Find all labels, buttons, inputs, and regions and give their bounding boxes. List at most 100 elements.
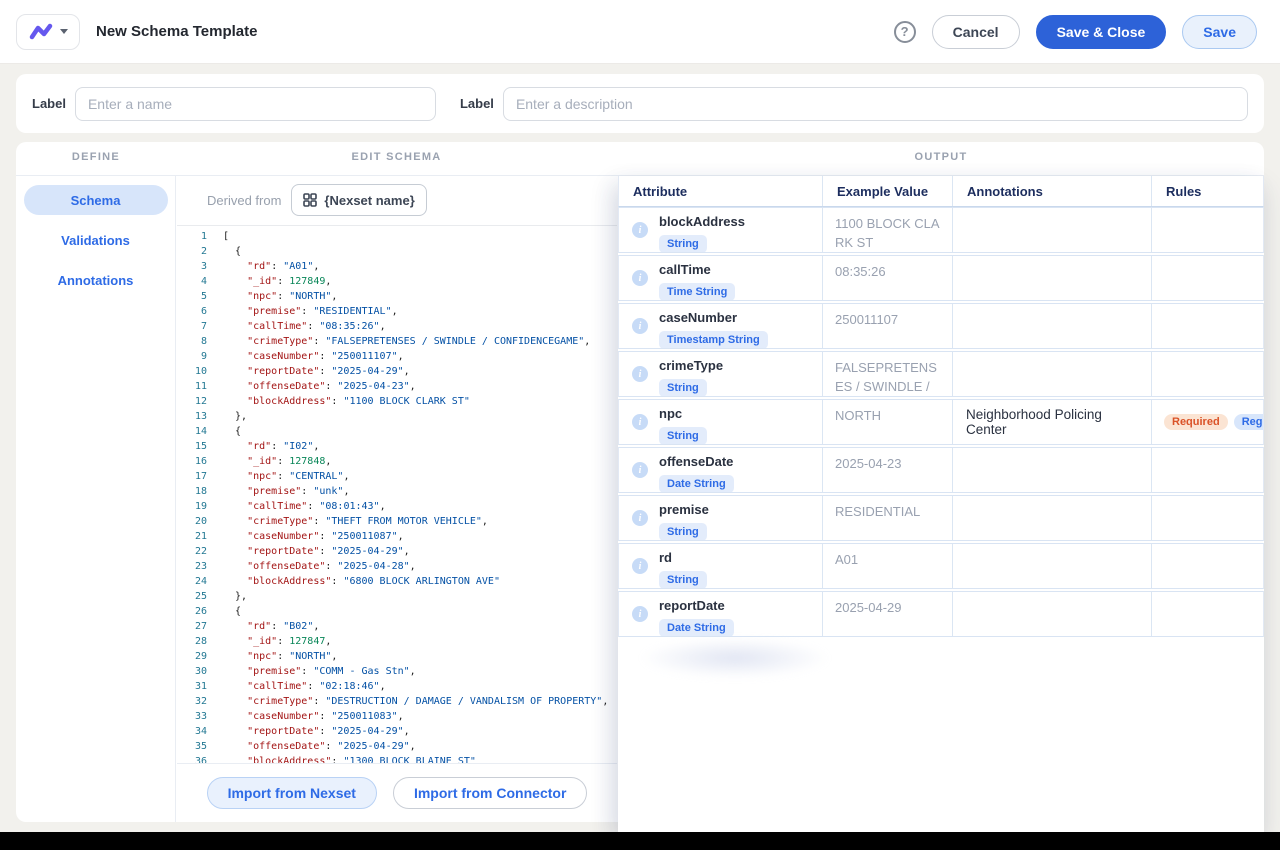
line-number: 26 (177, 604, 207, 619)
nexset-source-button[interactable]: {Nexset name} (291, 184, 426, 216)
type-badge: Time String (659, 283, 735, 300)
code-line[interactable]: 18 "premise": "unk", (177, 484, 617, 499)
line-number: 4 (177, 274, 207, 289)
example-value-cell: NORTH (823, 400, 953, 444)
code-line[interactable]: 26 { (177, 604, 617, 619)
code-line[interactable]: 15 "rd": "I02", (177, 439, 617, 454)
code-line[interactable]: 2 { (177, 244, 617, 259)
rules-cell (1152, 496, 1263, 540)
line-number: 11 (177, 379, 207, 394)
code-line[interactable]: 5 "npc": "NORTH", (177, 289, 617, 304)
info-icon[interactable]: i (632, 462, 648, 478)
code-text: "callTime": "08:01:43", (223, 499, 386, 514)
code-text: "reportDate": "2025-04-29", (223, 544, 410, 559)
json-code-editor[interactable]: 1[2 {3 "rd": "A01",4 "_id": 127849,5 "np… (177, 225, 617, 763)
info-icon[interactable]: i (632, 318, 648, 334)
code-text: "crimeType": "THEFT FROM MOTOR VEHICLE", (223, 514, 488, 529)
code-line[interactable]: 10 "reportDate": "2025-04-29", (177, 364, 617, 379)
line-number: 2 (177, 244, 207, 259)
code-line[interactable]: 28 "_id": 127847, (177, 634, 617, 649)
code-text: "offenseDate": "2025-04-28", (223, 559, 416, 574)
code-line[interactable]: 25 }, (177, 589, 617, 604)
code-text: "premise": "RESIDENTIAL", (223, 304, 398, 319)
code-line[interactable]: 21 "caseNumber": "250011087", (177, 529, 617, 544)
code-text: { (223, 604, 241, 619)
rules-cell (1152, 592, 1263, 636)
line-number: 24 (177, 574, 207, 589)
code-line[interactable]: 6 "premise": "RESIDENTIAL", (177, 304, 617, 319)
code-line[interactable]: 33 "caseNumber": "250011083", (177, 709, 617, 724)
code-text: "callTime": "08:35:26", (223, 319, 386, 334)
type-badge: Timestamp String (659, 331, 768, 348)
line-number: 34 (177, 724, 207, 739)
type-badge: String (659, 427, 707, 444)
code-line[interactable]: 24 "blockAddress": "6800 BLOCK ARLINGTON… (177, 574, 617, 589)
sidebar-item-validations[interactable]: Validations (24, 225, 168, 255)
info-icon[interactable]: i (632, 366, 648, 382)
code-text: "npc": "NORTH", (223, 289, 337, 304)
code-line[interactable]: 9 "caseNumber": "250011107", (177, 349, 617, 364)
code-line[interactable]: 4 "_id": 127849, (177, 274, 617, 289)
line-number: 6 (177, 304, 207, 319)
code-text: }, (223, 589, 247, 604)
import-from-connector-button[interactable]: Import from Connector (393, 777, 587, 809)
info-icon[interactable]: i (632, 270, 648, 286)
code-line[interactable]: 13 }, (177, 409, 617, 424)
save-button[interactable]: Save (1182, 15, 1257, 49)
save-and-close-button[interactable]: Save & Close (1036, 15, 1167, 49)
code-line[interactable]: 23 "offenseDate": "2025-04-28", (177, 559, 617, 574)
table-row-reportDate: ireportDateDate String2025-04-29 (618, 591, 1264, 637)
code-line[interactable]: 17 "npc": "CENTRAL", (177, 469, 617, 484)
info-icon[interactable]: i (632, 510, 648, 526)
code-line[interactable]: 3 "rd": "A01", (177, 259, 617, 274)
code-line[interactable]: 7 "callTime": "08:35:26", (177, 319, 617, 334)
code-line[interactable]: 14 { (177, 424, 617, 439)
line-number: 18 (177, 484, 207, 499)
labels-card: Label Label (16, 74, 1264, 133)
attribute-name: callTime (659, 262, 735, 277)
sidebar-item-annotations[interactable]: Annotations (24, 265, 168, 295)
line-number: 35 (177, 739, 207, 754)
code-line[interactable]: 22 "reportDate": "2025-04-29", (177, 544, 617, 559)
code-line[interactable]: 11 "offenseDate": "2025-04-23", (177, 379, 617, 394)
code-line[interactable]: 29 "npc": "NORTH", (177, 649, 617, 664)
code-text: "crimeType": "FALSEPRETENSES / SWINDLE /… (223, 334, 590, 349)
code-line[interactable]: 8 "crimeType": "FALSEPRETENSES / SWINDLE… (177, 334, 617, 349)
derived-from-row: Derived from {Nexset name} (177, 183, 617, 217)
line-number: 27 (177, 619, 207, 634)
code-line[interactable]: 34 "reportDate": "2025-04-29", (177, 724, 617, 739)
description-input[interactable] (503, 87, 1248, 121)
info-icon[interactable]: i (632, 558, 648, 574)
code-line[interactable]: 19 "callTime": "08:01:43", (177, 499, 617, 514)
attribute-name: blockAddress (659, 214, 745, 229)
code-line[interactable]: 27 "rd": "B02", (177, 619, 617, 634)
attribute-name: offenseDate (659, 454, 734, 469)
table-row-rd: irdStringA01 (618, 543, 1264, 589)
name-input[interactable] (75, 87, 436, 121)
annotations-cell (953, 256, 1152, 300)
code-text: "reportDate": "2025-04-29", (223, 364, 410, 379)
import-from-nexset-button[interactable]: Import from Nexset (207, 777, 377, 809)
app-logo-menu-button[interactable] (16, 14, 80, 50)
example-value-cell: FALSEPRETENSES / SWINDLE / CONFIDENCEGAM… (823, 352, 953, 396)
code-line[interactable]: 1[ (177, 229, 617, 244)
code-line[interactable]: 12 "blockAddress": "1100 BLOCK CLARK ST" (177, 394, 617, 409)
code-line[interactable]: 16 "_id": 127848, (177, 454, 617, 469)
info-icon[interactable]: i (632, 606, 648, 622)
sidebar-items: Schema Validations Annotations (16, 185, 175, 295)
code-line[interactable]: 31 "callTime": "02:18:46", (177, 679, 617, 694)
code-line[interactable]: 20 "crimeType": "THEFT FROM MOTOR VEHICL… (177, 514, 617, 529)
code-line[interactable]: 32 "crimeType": "DESTRUCTION / DAMAGE / … (177, 694, 617, 709)
code-line[interactable]: 30 "premise": "COMM - Gas Stn", (177, 664, 617, 679)
help-icon[interactable]: ? (894, 21, 916, 43)
code-line[interactable]: 35 "offenseDate": "2025-04-29", (177, 739, 617, 754)
info-icon[interactable]: i (632, 414, 648, 430)
line-number: 17 (177, 469, 207, 484)
attribute-cell: icrimeTypeString (619, 352, 823, 396)
cancel-button[interactable]: Cancel (932, 15, 1020, 49)
info-icon[interactable]: i (632, 222, 648, 238)
code-line[interactable]: 36 "blockAddress": "1300 BLOCK BLAINE ST… (177, 754, 617, 763)
line-number: 28 (177, 634, 207, 649)
code-text: { (223, 424, 241, 439)
sidebar-item-schema[interactable]: Schema (24, 185, 168, 215)
